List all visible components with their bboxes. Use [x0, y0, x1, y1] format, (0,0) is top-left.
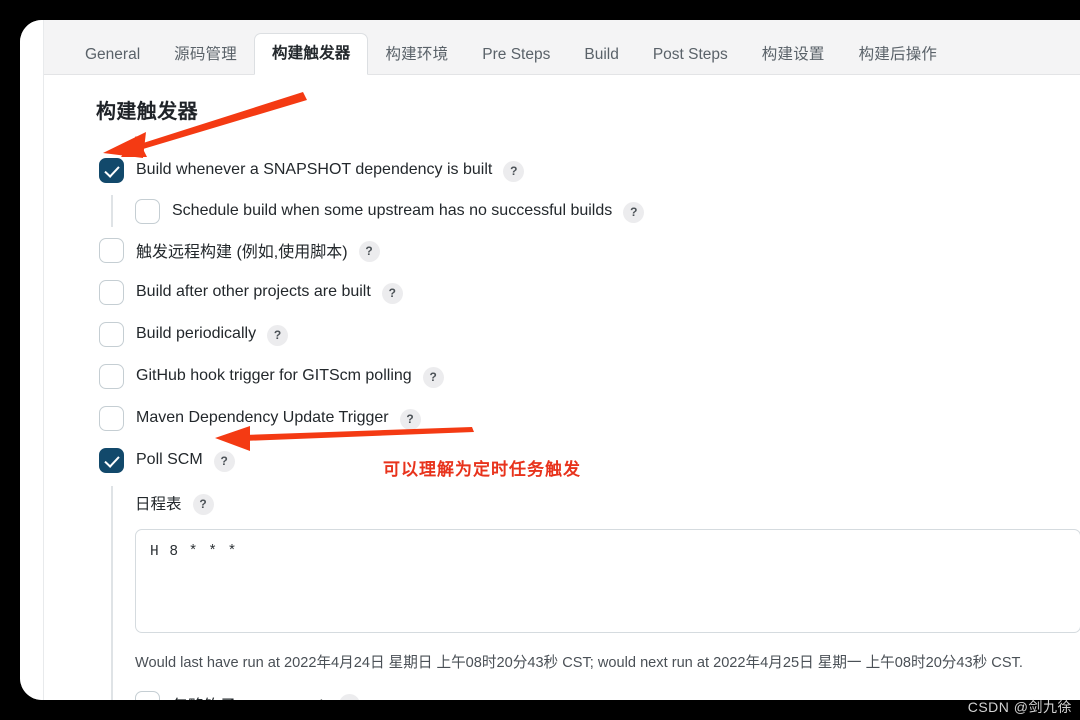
- trigger-row-github-hook[interactable]: GitHub hook trigger for GITScm polling ?: [99, 356, 1080, 396]
- page-title: 构建触发器: [96, 101, 198, 123]
- trigger-label-after-other-projects: Build after other projects are built: [136, 283, 371, 300]
- trigger-label-schedule-upstream: Schedule build when some upstream has no…: [172, 202, 613, 219]
- tab-post-build-actions[interactable]: 构建后操作: [842, 35, 955, 75]
- checkbox-maven-dependency-update[interactable]: [99, 405, 124, 431]
- screenshot-root: General 源码管理 构建触发器 构建环境 Pre Steps Build …: [0, 0, 1080, 720]
- help-icon-after-other-projects[interactable]: ?: [381, 282, 403, 304]
- trigger-row-schedule-upstream[interactable]: Schedule build when some upstream has no…: [135, 192, 1080, 230]
- help-icon-remote-build[interactable]: ?: [358, 240, 380, 262]
- trigger-row-snapshot-dependency[interactable]: Build whenever a SNAPSHOT dependency is …: [99, 150, 1080, 190]
- trigger-row-build-periodically[interactable]: Build periodically ?: [99, 314, 1080, 354]
- trigger-label-poll-scm: Poll SCM: [136, 451, 203, 468]
- trigger-label-ignore-post-commit: 忽略钩子 post-commit: [172, 692, 328, 701]
- checkbox-build-periodically[interactable]: [99, 321, 124, 347]
- content-column: General 源码管理 构建触发器 构建环境 Pre Steps Build …: [44, 20, 1080, 700]
- build-triggers-panel: 构建触发器 Build whenever a SNAPSHOT dependen…: [44, 75, 1080, 700]
- tab-build[interactable]: Build: [567, 35, 635, 75]
- trigger-row-remote-build[interactable]: 触发远程构建 (例如,使用脚本) ?: [99, 230, 1080, 270]
- tab-general[interactable]: General: [68, 35, 157, 75]
- help-icon-snapshot-dependency[interactable]: ?: [503, 160, 525, 182]
- tab-build-environment[interactable]: 构建环境: [368, 35, 465, 75]
- browser-content-card: General 源码管理 构建触发器 构建环境 Pre Steps Build …: [20, 20, 1080, 700]
- schedule-label-row: 日程表 ?: [135, 486, 1080, 520]
- left-rail: [20, 20, 44, 700]
- tab-source-code-management[interactable]: 源码管理: [157, 35, 254, 75]
- schedule-label: 日程表: [135, 496, 182, 513]
- cron-schedule-textarea[interactable]: [135, 529, 1080, 633]
- trigger-row-poll-scm[interactable]: Poll SCM ?: [99, 440, 1080, 480]
- trigger-row-ignore-post-commit[interactable]: 忽略钩子 post-commit ?: [135, 691, 1080, 700]
- checkbox-github-hook[interactable]: [99, 363, 124, 389]
- help-icon-build-periodically[interactable]: ?: [267, 324, 289, 346]
- schedule-next-run-note: Would last have run at 2022年4月24日 星期日 上午…: [135, 655, 1023, 671]
- annotation-note-text: 可以理解为定时任务触发: [383, 460, 581, 479]
- tab-build-triggers[interactable]: 构建触发器: [253, 33, 369, 75]
- snapshot-dependency-suboptions: Schedule build when some upstream has no…: [99, 192, 1080, 230]
- config-tab-bar: General 源码管理 构建触发器 构建环境 Pre Steps Build …: [44, 20, 1080, 75]
- checkbox-snapshot-dependency[interactable]: [99, 157, 124, 183]
- trigger-row-after-other-projects[interactable]: Build after other projects are built ?: [99, 272, 1080, 312]
- checkbox-after-other-projects[interactable]: [99, 279, 124, 305]
- tab-post-steps[interactable]: Post Steps: [636, 35, 745, 75]
- trigger-options-list: Build whenever a SNAPSHOT dependency is …: [44, 150, 1080, 700]
- poll-scm-suboptions: 日程表 ? Would last have run at 2022年4月24日 …: [99, 486, 1080, 700]
- help-icon-poll-scm[interactable]: ?: [213, 450, 235, 472]
- help-icon-ignore-post-commit[interactable]: ?: [338, 694, 360, 700]
- help-icon-schedule-upstream[interactable]: ?: [623, 201, 645, 223]
- trigger-row-maven-dependency-update[interactable]: Maven Dependency Update Trigger ?: [99, 398, 1080, 438]
- help-icon-schedule[interactable]: ?: [192, 493, 214, 515]
- trigger-label-build-periodically: Build periodically: [136, 325, 257, 342]
- csdn-watermark: CSDN @剑九徐: [967, 699, 1072, 715]
- checkbox-remote-build[interactable]: [99, 237, 124, 263]
- trigger-label-snapshot-dependency: Build whenever a SNAPSHOT dependency is …: [136, 161, 493, 178]
- trigger-label-github-hook: GitHub hook trigger for GITScm polling: [136, 367, 412, 384]
- tab-pre-steps[interactable]: Pre Steps: [465, 35, 567, 75]
- checkbox-schedule-upstream[interactable]: [135, 198, 160, 224]
- checkbox-ignore-post-commit[interactable]: [135, 691, 160, 700]
- trigger-label-maven-dependency-update: Maven Dependency Update Trigger: [136, 409, 389, 426]
- checkbox-poll-scm[interactable]: [99, 447, 124, 473]
- help-icon-maven-dependency-update[interactable]: ?: [399, 408, 421, 430]
- help-icon-github-hook[interactable]: ?: [422, 366, 444, 388]
- trigger-label-remote-build: 触发远程构建 (例如,使用脚本): [136, 244, 348, 261]
- tab-build-settings[interactable]: 构建设置: [745, 35, 842, 75]
